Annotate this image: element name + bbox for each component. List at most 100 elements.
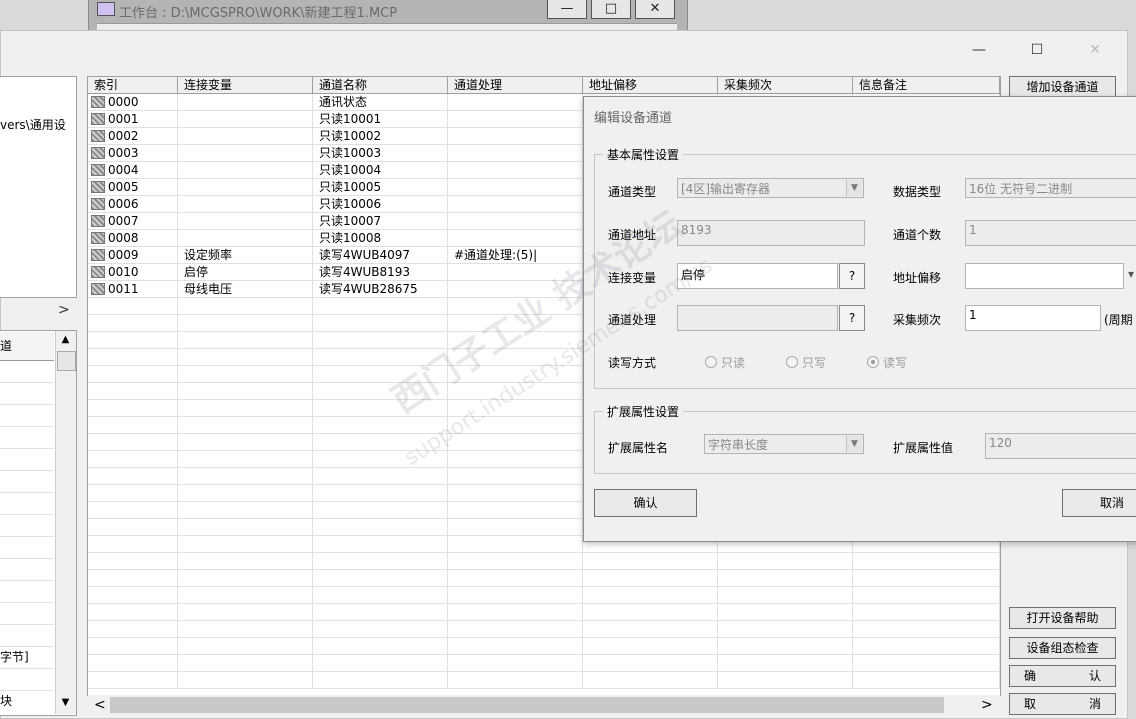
property-row[interactable] [0,537,54,559]
property-row[interactable] [0,625,54,647]
property-row[interactable] [0,515,54,537]
table-cell [853,655,1000,672]
chevron-down-icon[interactable]: ▾ [1128,267,1134,281]
channel-icon [91,232,105,244]
cell-text: 只读10001 [319,112,382,126]
radio-read-only[interactable]: 只读 [705,354,745,371]
column-header[interactable]: 连接变量 [178,77,313,94]
minimize-button[interactable]: — [959,39,999,61]
scroll-left-icon[interactable]: < [94,697,106,713]
channel-count-field[interactable]: 1 [965,220,1136,246]
scroll-right-icon[interactable]: > [981,697,993,713]
minimize-button[interactable]: — [547,0,587,19]
table-cell [88,417,178,434]
table-cell [448,655,583,672]
data-type-select[interactable]: 16位 无符号二进制 [965,178,1136,198]
table-row[interactable] [88,587,1000,604]
table-cell [88,536,178,553]
close-button[interactable]: ✕ [1075,39,1115,61]
property-row[interactable]: 字节] [0,647,54,669]
table-row[interactable] [88,621,1000,638]
table-cell [178,502,313,519]
table-cell [718,587,853,604]
address-offset-input[interactable] [965,263,1124,289]
channel-process-browse-button[interactable]: ? [839,305,865,331]
table-cell [178,145,313,162]
table-cell [178,111,313,128]
ext-property-name-select[interactable]: 字符串长度 ▼ [704,434,864,454]
cell-text: 0009 [108,248,139,262]
ext-property-value-field[interactable]: 120 [985,433,1136,459]
channel-icon [91,96,105,108]
table-cell: 只读10008 [313,230,448,247]
property-row[interactable] [0,493,54,515]
maximize-button[interactable]: □ [591,0,631,19]
table-row[interactable] [88,604,1000,621]
radio-read-write[interactable]: 读写 [867,354,907,371]
property-row[interactable] [0,559,54,581]
column-header[interactable]: 索引 [88,77,178,94]
scroll-up-icon[interactable]: ▲ [56,331,75,349]
property-row[interactable] [0,361,54,383]
add-channel-button[interactable]: 增加设备通道 [1009,76,1116,98]
property-row[interactable]: 块 [0,691,54,712]
table-row[interactable] [88,570,1000,587]
sample-frequency-input[interactable]: 1 [965,305,1101,331]
dialog-title: 编辑设备通道 [594,111,673,126]
cell-text: 只读10003 [319,146,382,160]
confirm-button[interactable]: 确 认 [1009,665,1116,687]
column-header[interactable]: 通道名称 [313,77,448,94]
table-cell [88,553,178,570]
driver-tree-panel[interactable] [0,76,77,298]
channel-icon [91,215,105,227]
property-row[interactable] [0,603,54,625]
cell-text: 0003 [108,146,139,160]
vertical-scrollbar[interactable]: ▲ ▼ [55,331,76,714]
dialog-cancel-button[interactable]: 取消 [1062,489,1136,517]
column-header[interactable]: 采集频次 [718,77,853,94]
cell-text: 启停 [184,265,209,279]
radio-write-only[interactable]: 只写 [786,354,826,371]
table-cell [88,519,178,536]
confirm-label-left: 确 [1024,669,1037,683]
table-cell [853,587,1000,604]
table-cell: 0006 [88,196,178,213]
table-row[interactable] [88,638,1000,655]
column-header[interactable]: 信息备注 [853,77,1000,94]
scroll-down-icon[interactable]: ▼ [56,694,75,712]
scroll-thumb[interactable] [57,351,76,371]
table-cell: 设定频率 [178,247,313,264]
channel-process-field[interactable] [677,305,838,331]
table-cell: 0004 [88,162,178,179]
open-device-help-button[interactable]: 打开设备帮助 [1009,607,1116,629]
sample-frequency-label: 采集频次 [893,313,942,327]
cell-text: 通讯状态 [319,95,368,109]
close-button[interactable]: ✕ [635,0,675,19]
column-header[interactable]: 通道处理 [448,77,583,94]
scroll-thumb[interactable] [110,697,944,713]
maximize-button[interactable]: ☐ [1017,39,1057,61]
cancel-button[interactable]: 取 消 [1009,693,1116,715]
property-row[interactable] [0,405,54,427]
rw-mode-label: 读写方式 [608,356,657,370]
column-header[interactable]: 地址偏移 [583,77,718,94]
table-row[interactable] [88,672,1000,689]
table-row[interactable] [88,655,1000,672]
table-cell [718,672,853,689]
scroll-right-icon[interactable]: > [58,302,70,318]
property-row[interactable] [0,471,54,493]
cell-text: 0002 [108,129,139,143]
property-row[interactable] [0,383,54,405]
property-row[interactable] [0,427,54,449]
property-row[interactable] [0,581,54,603]
property-row[interactable] [0,669,54,691]
table-row[interactable] [88,553,1000,570]
config-check-button[interactable]: 设备组态检查 [1009,637,1116,659]
channel-type-select[interactable]: [4区]输出寄存器 ▼ [677,178,864,198]
property-row[interactable] [0,449,54,471]
dialog-confirm-button[interactable]: 确认 [594,489,697,517]
link-variable-browse-button[interactable]: ? [839,263,865,289]
table-cell [313,638,448,655]
chevron-down-icon: ▼ [846,436,862,452]
channel-address-field[interactable]: 8193 [677,220,865,246]
